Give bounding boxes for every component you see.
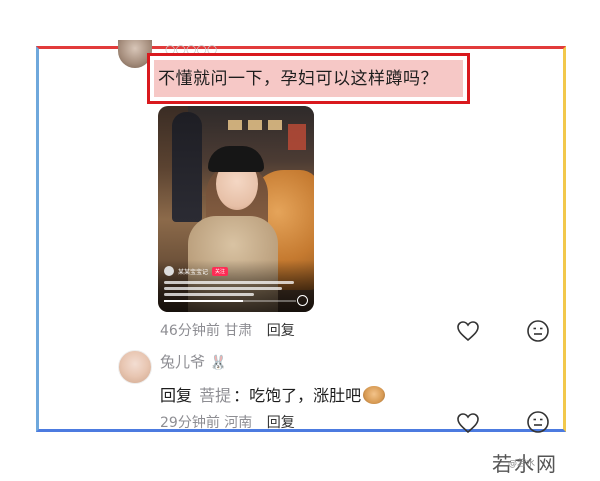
comment-meta: 46分钟前 甘肃 回复 [160,320,295,340]
rabbit-emoji-icon: 🐰 [209,355,228,371]
reply-button[interactable]: 回复 [267,323,295,339]
window [268,120,282,130]
caption-line [164,287,282,290]
follow-badge[interactable]: 关注 [212,266,229,276]
comment-location: 河南 [224,415,253,431]
video-progress-fill [164,300,244,302]
like-heart-icon[interactable] [456,412,480,434]
reply-target-user[interactable]: 菩提 [199,386,231,405]
window [248,120,262,130]
watermark-handle: @若水 [508,459,536,469]
comment-text: 不懂就问一下，孕妇可以这样蹲吗？ [158,69,438,89]
comment-time: 29分钟前 [160,415,220,431]
comment-meta: 29分钟前 河南 回复 [160,412,295,432]
caption-line [164,293,254,296]
video-thumbnail[interactable]: 某某宝宝记 关注 [158,106,314,312]
dislike-face-icon[interactable] [526,410,550,434]
channel-name: 某某宝宝记 [178,268,209,276]
reply-prefix: 回复 [160,386,193,405]
cap [208,146,264,172]
reply-button[interactable]: 回复 [267,415,295,431]
dislike-face-icon[interactable] [526,319,550,343]
channel-avatar [164,266,174,276]
dog-emoji-icon [363,386,386,404]
fullscreen-icon[interactable] [297,295,308,306]
comment-username[interactable]: 兔儿爷 🐰 [160,351,227,372]
reply-body: ：吃饱了，涨肚吧 [233,386,362,405]
window [288,124,306,150]
person-figure [172,112,202,222]
video-channel[interactable]: 某某宝宝记 关注 [164,266,229,276]
avatar[interactable] [118,350,152,384]
username-text: 兔儿爷 [160,353,206,371]
video-progress-bar[interactable] [164,300,296,302]
comment-time: 46分钟前 [160,323,220,339]
window [228,120,242,130]
like-heart-icon[interactable] [456,320,480,342]
reply-comment-text: 回复 菩提 ：吃饱了，涨肚吧 [160,382,386,406]
caption-line [164,281,294,284]
comment-location: 甘肃 [224,323,253,339]
